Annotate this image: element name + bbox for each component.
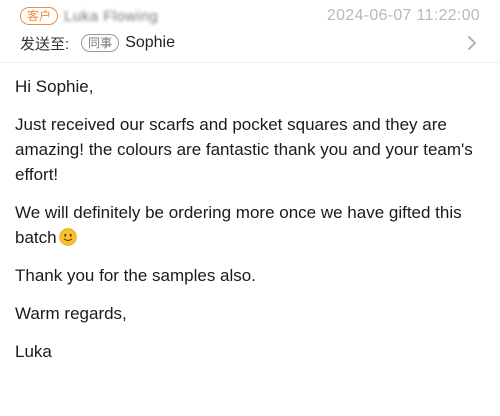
chevron-right-icon[interactable]	[464, 35, 480, 51]
body-paragraph-text: We will definitely be ordering more once…	[15, 203, 462, 247]
body-paragraph: Thank you for the samples also.	[15, 266, 256, 285]
to-label: 发送至:	[20, 35, 70, 53]
email-header: 客户 Luka Flowing 2024-06-07 11:22:00 发送至:…	[0, 0, 500, 63]
recipient-name[interactable]: Sophie	[125, 34, 175, 52]
signature: Luka	[15, 342, 52, 361]
customer-tag: 客户	[20, 7, 59, 25]
greeting: Hi Sophie,	[15, 77, 94, 96]
body-paragraph: We will definitely be ordering more once…	[15, 200, 486, 250]
closing: Warm regards,	[15, 304, 127, 323]
email-body: Hi Sophie, Just received our scarfs and …	[15, 74, 486, 377]
sender-name[interactable]: Luka Flowing	[64, 8, 158, 25]
slightly-smiling-face-icon	[58, 228, 77, 246]
recipient-row[interactable]: 发送至: 同事 Sophie	[20, 31, 480, 55]
sender-row: 客户 Luka Flowing 2024-06-07 11:22:00	[20, 4, 480, 28]
colleague-tag: 同事	[81, 34, 120, 52]
email-timestamp: 2024-06-07 11:22:00	[326, 7, 480, 24]
body-paragraph: Just received our scarfs and pocket squa…	[15, 115, 473, 184]
